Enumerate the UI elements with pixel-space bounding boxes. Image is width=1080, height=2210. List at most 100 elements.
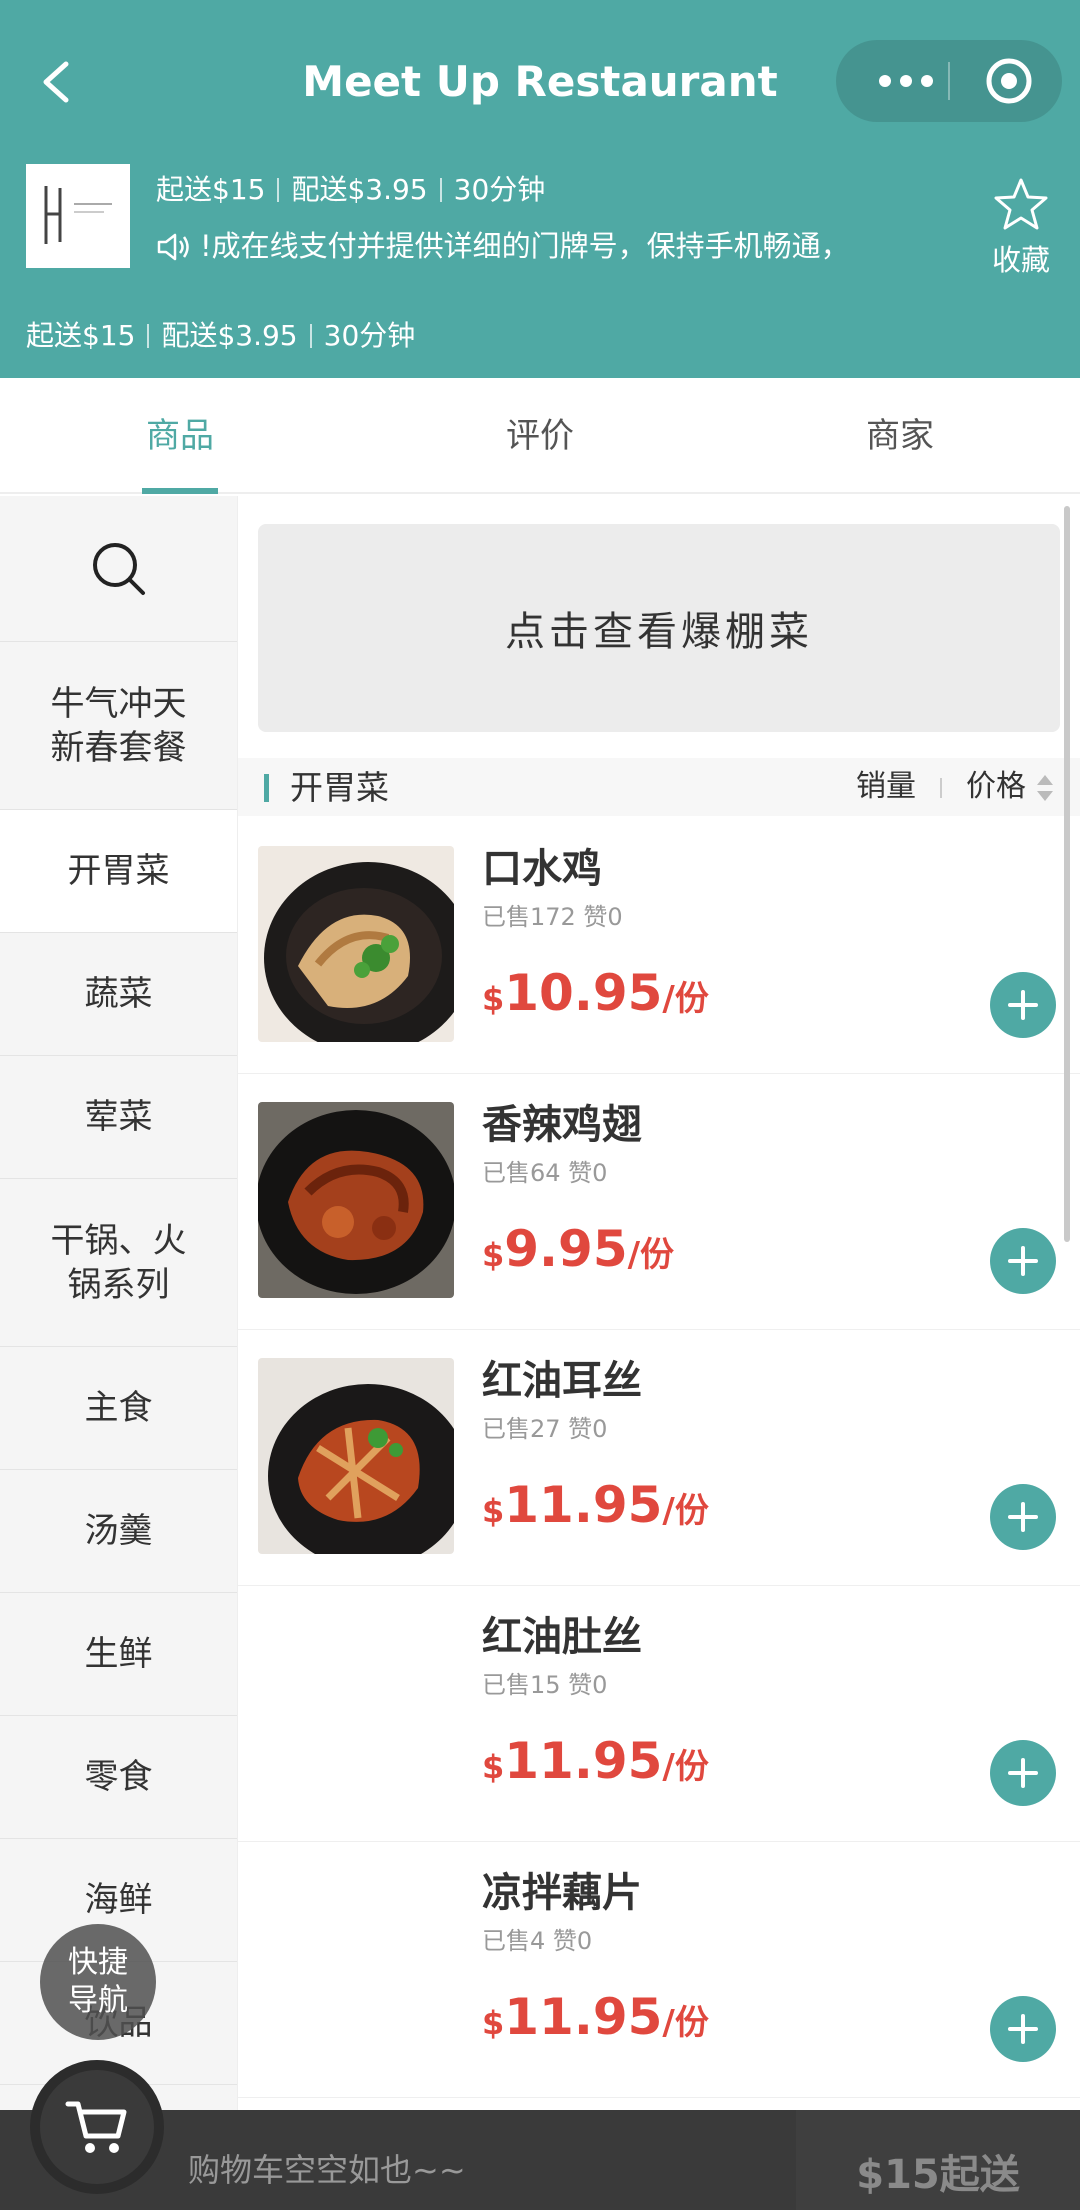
category-label: 干锅、火锅系列	[50, 1220, 187, 1305]
price-currency: $	[482, 1748, 505, 1786]
product-name: 凉拌藕片	[482, 1870, 642, 1916]
more-button[interactable]	[866, 40, 946, 122]
category-label: 牛气冲天新春套餐	[50, 683, 187, 768]
product-price: $9.95/份	[482, 1214, 674, 1296]
min-order-text: 起送$15	[156, 173, 266, 206]
tab-products[interactable]: 商品	[30, 378, 330, 494]
category-item[interactable]: 主食	[0, 1347, 237, 1470]
category-label: 海鲜	[84, 1880, 153, 1920]
delivery-info: 起送$15 配送$3.95 30分钟	[156, 168, 545, 212]
target-icon	[986, 58, 1032, 104]
category-item[interactable]: 零食	[0, 1716, 237, 1839]
store-logo-graphic	[26, 164, 130, 268]
category-label: 主食	[84, 1388, 153, 1428]
category-item[interactable]: 牛气冲天新春套餐	[0, 642, 237, 810]
price-currency: $	[482, 2004, 505, 2042]
dish-photo	[258, 1102, 454, 1298]
sort-by-price-button[interactable]: 价格	[966, 758, 1026, 816]
price-currency: $	[482, 1236, 505, 1274]
dish-photo	[258, 1358, 454, 1554]
menu-search-button[interactable]	[0, 496, 237, 642]
notice-text: !成在线支付并提供详细的门牌号，保持手机畅通，	[200, 229, 850, 263]
section-header: 开胃菜 销量 价格	[238, 758, 1080, 816]
category-label: 生鲜	[84, 1634, 153, 1674]
more-dot	[900, 75, 912, 87]
tab-reviews[interactable]: 评价	[390, 378, 690, 494]
scrollbar[interactable]	[1064, 506, 1070, 1242]
divider	[940, 778, 942, 798]
back-button[interactable]	[36, 52, 76, 112]
app-root: Meet Up Restaurant 起送$15 配送$3.95 30分钟 !成…	[0, 0, 1080, 2210]
active-tab-indicator	[142, 488, 218, 494]
product-item[interactable]: 香辣鸡翅 已售64 赞0 $9.95/份	[238, 1074, 1080, 1330]
quick-nav-label: 快捷	[68, 1945, 128, 1980]
product-item[interactable]: 口水鸡 已售172 赞0 $10.95/份	[238, 818, 1080, 1074]
product-price: $11.95/份	[482, 1726, 709, 1808]
search-icon	[92, 542, 145, 595]
mini-program-capsule	[836, 40, 1062, 122]
product-item[interactable]: 红油肚丝 已售15 赞0 $11.95/份	[238, 1586, 1080, 1842]
cart-button[interactable]	[30, 2060, 164, 2194]
add-to-cart-button[interactable]	[990, 1996, 1056, 2062]
price-unit: /份	[662, 979, 709, 1019]
category-item[interactable]: 生鲜	[0, 1593, 237, 1716]
sort-by-sales-button[interactable]: 销量	[856, 758, 916, 816]
price-unit: /份	[662, 1491, 709, 1531]
add-to-cart-button[interactable]	[990, 1484, 1056, 1550]
star-icon	[994, 178, 1048, 230]
product-price: $11.95/份	[482, 1470, 709, 1552]
favorite-label: 收藏	[991, 243, 1050, 277]
quick-nav-label: 导航	[68, 1983, 128, 2018]
tab-label: 商品	[146, 416, 214, 456]
section-title: 开胃菜	[290, 768, 389, 807]
category-item[interactable]: 汤羹	[0, 1470, 237, 1593]
product-item[interactable]: 凉拌藕片 已售4 赞0 $11.95/份	[238, 1842, 1080, 2098]
add-to-cart-button[interactable]	[990, 1740, 1056, 1806]
checkout-button[interactable]: $15起送	[796, 2110, 1080, 2210]
product-sales: 已售172 赞0	[482, 903, 623, 931]
price-unit: /份	[662, 1747, 709, 1787]
tab-label: 评价	[506, 416, 574, 456]
delivery-fee-text: 配送$3.95	[161, 319, 298, 352]
product-image	[258, 846, 454, 1042]
price-amount: 11.95	[504, 1732, 663, 1790]
product-price: $11.95/份	[482, 1982, 709, 2064]
cart-icon	[65, 2101, 127, 2153]
price-currency: $	[482, 980, 505, 1018]
store-notice[interactable]: !成在线支付并提供详细的门牌号，保持手机畅通，	[156, 224, 916, 268]
tab-bar: 商品 评价 商家	[0, 378, 1080, 494]
product-name: 红油肚丝	[482, 1614, 642, 1660]
tab-label: 商家	[866, 416, 934, 456]
delivery-info-secondary: 起送$15 配送$3.95 30分钟	[26, 314, 415, 358]
delivery-time-text: 30分钟	[453, 173, 546, 206]
sort-arrows-icon[interactable]	[1034, 772, 1056, 804]
product-item[interactable]: 红油耳丝 已售27 赞0 $11.95/份	[238, 1330, 1080, 1586]
product-sales: 已售4 赞0	[482, 1927, 593, 1955]
product-name: 香辣鸡翅	[482, 1102, 642, 1148]
add-to-cart-button[interactable]	[990, 972, 1056, 1038]
delivery-fee-text: 配送$3.95	[291, 173, 428, 206]
product-list: 点击查看爆棚菜 开胃菜 销量 价格 口水鸡 已售172 赞0 $10.95/份 …	[238, 496, 1080, 2110]
price-unit: /份	[662, 2003, 709, 2043]
featured-banner[interactable]: 点击查看爆棚菜	[258, 524, 1060, 732]
banner-text: 点击查看爆棚菜	[505, 609, 813, 655]
category-item[interactable]: 干锅、火锅系列	[0, 1179, 237, 1347]
product-image	[258, 1102, 454, 1298]
category-label: 荤菜	[84, 1097, 153, 1137]
price-unit: /份	[627, 1235, 675, 1275]
category-item-active[interactable]: 开胃菜	[0, 810, 237, 933]
close-program-button[interactable]	[984, 56, 1034, 106]
tab-merchant[interactable]: 商家	[750, 378, 1050, 494]
quick-nav-button[interactable]: 快捷 导航	[40, 1924, 156, 2040]
favorite-button[interactable]: 收藏	[988, 176, 1054, 280]
section-accent	[264, 774, 269, 802]
price-amount: 10.95	[504, 964, 663, 1022]
divider	[439, 178, 442, 202]
category-item[interactable]: 蔬菜	[0, 933, 237, 1056]
cart-empty-text: 购物车空空如也~~	[188, 2151, 466, 2189]
category-item[interactable]: 荤菜	[0, 1056, 237, 1179]
category-label: 蔬菜	[84, 974, 153, 1014]
page-title: Meet Up Restaurant	[302, 57, 778, 106]
add-to-cart-button[interactable]	[990, 1228, 1056, 1294]
divider	[147, 324, 150, 348]
